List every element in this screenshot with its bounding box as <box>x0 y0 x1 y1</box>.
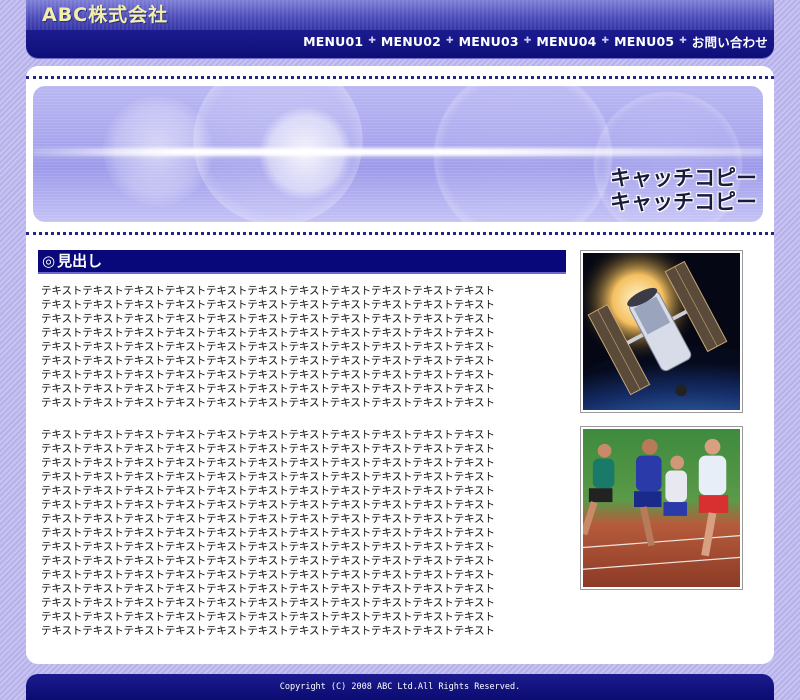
text-line: テキストテキストテキストテキストテキストテキストテキストテキストテキストテキスト… <box>41 313 495 325</box>
nav-item-menu02[interactable]: MENU02 <box>381 34 441 49</box>
runners-photo <box>580 426 743 590</box>
text-line: テキストテキストテキストテキストテキストテキストテキストテキストテキストテキスト… <box>41 327 495 339</box>
nav-item-menu03[interactable]: MENU03 <box>459 34 519 49</box>
space-telescope-photo <box>580 250 743 413</box>
main-panel: キャッチコピー キャッチコピー ◎ 見出し テキストテキストテキストテキストテキス… <box>26 66 774 664</box>
text-line: テキストテキストテキストテキストテキストテキストテキストテキストテキストテキスト… <box>41 499 495 511</box>
space-telescope-image <box>583 253 740 410</box>
nav-item-contact[interactable]: お問い合わせ <box>692 32 768 51</box>
text-line: テキストテキストテキストテキストテキストテキストテキストテキストテキストテキスト… <box>41 355 495 367</box>
nav-item-menu04[interactable]: MENU04 <box>536 34 596 49</box>
text-line: テキストテキストテキストテキストテキストテキストテキストテキストテキストテキスト… <box>41 597 495 609</box>
text-line: テキストテキストテキストテキストテキストテキストテキストテキストテキストテキスト… <box>41 397 495 409</box>
text-line: テキストテキストテキストテキストテキストテキストテキストテキストテキストテキスト… <box>41 541 495 553</box>
text-line: テキストテキストテキストテキストテキストテキストテキストテキストテキストテキスト… <box>41 443 495 455</box>
text-line: テキストテキストテキストテキストテキストテキストテキストテキストテキストテキスト… <box>41 485 495 497</box>
text-line: テキストテキストテキストテキストテキストテキストテキストテキストテキストテキスト… <box>41 429 495 441</box>
divider <box>26 76 774 79</box>
body-paragraph-1: テキストテキストテキストテキストテキストテキストテキストテキストテキストテキスト… <box>41 284 569 410</box>
text-line: テキストテキストテキストテキストテキストテキストテキストテキストテキストテキスト… <box>41 583 495 595</box>
text-line: テキストテキストテキストテキストテキストテキストテキストテキストテキストテキスト… <box>41 569 495 581</box>
section-heading: ◎ 見出し <box>38 250 566 274</box>
text-line: テキストテキストテキストテキストテキストテキストテキストテキストテキストテキスト… <box>41 471 495 483</box>
catch-copy-line1: キャッチコピー <box>610 166 757 190</box>
text-line: テキストテキストテキストテキストテキストテキストテキストテキストテキストテキスト… <box>41 527 495 539</box>
catch-copy: キャッチコピー キャッチコピー <box>610 166 757 214</box>
section-heading-text: 見出し <box>57 252 103 270</box>
nav-separator-icon: ✚ <box>601 36 610 46</box>
text-line: テキストテキストテキストテキストテキストテキストテキストテキストテキストテキスト… <box>41 369 495 381</box>
footer: Copyright (C) 2008 ABC Ltd.All Rights Re… <box>26 674 774 700</box>
text-line: テキストテキストテキストテキストテキストテキストテキストテキストテキストテキスト… <box>41 513 495 525</box>
text-line: テキストテキストテキストテキストテキストテキストテキストテキストテキストテキスト… <box>41 457 495 469</box>
text-line: テキストテキストテキストテキストテキストテキストテキストテキストテキストテキスト… <box>41 285 495 297</box>
text-line: テキストテキストテキストテキストテキストテキストテキストテキストテキストテキスト… <box>41 555 495 567</box>
nav-item-menu05[interactable]: MENU05 <box>614 34 674 49</box>
nav-separator-icon: ✚ <box>368 36 376 46</box>
copyright-text: Copyright (C) 2008 ABC Ltd.All Rights Re… <box>279 682 521 692</box>
runners-image <box>583 429 740 587</box>
nav-menu: MENU01 ✚ MENU02 ✚ MENU03 ✚ MENU04 ✚ MENU… <box>303 30 768 52</box>
double-circle-icon: ◎ <box>42 252 56 270</box>
nav-item-menu01[interactable]: MENU01 <box>303 34 363 49</box>
text-line: テキストテキストテキストテキストテキストテキストテキストテキストテキストテキスト… <box>41 611 495 623</box>
hero-banner: キャッチコピー キャッチコピー <box>33 86 763 222</box>
divider <box>26 232 774 235</box>
catch-copy-line2: キャッチコピー <box>610 190 757 214</box>
nav-bar: MENU01 ✚ MENU02 ✚ MENU03 ✚ MENU04 ✚ MENU… <box>26 30 774 58</box>
text-line: テキストテキストテキストテキストテキストテキストテキストテキストテキストテキスト… <box>41 299 495 311</box>
nav-separator-icon: ✚ <box>446 36 454 46</box>
nav-separator-icon: ✚ <box>679 36 687 46</box>
body-paragraph-2: テキストテキストテキストテキストテキストテキストテキストテキストテキストテキスト… <box>41 428 569 638</box>
nav-separator-icon: ✚ <box>523 36 532 46</box>
company-logo[interactable]: ABC株式会社 <box>42 2 168 28</box>
text-line: テキストテキストテキストテキストテキストテキストテキストテキストテキストテキスト… <box>41 625 495 637</box>
light-streak <box>33 148 763 156</box>
text-line: テキストテキストテキストテキストテキストテキストテキストテキストテキストテキスト… <box>41 383 495 395</box>
text-line: テキストテキストテキストテキストテキストテキストテキストテキストテキストテキスト… <box>41 341 495 353</box>
